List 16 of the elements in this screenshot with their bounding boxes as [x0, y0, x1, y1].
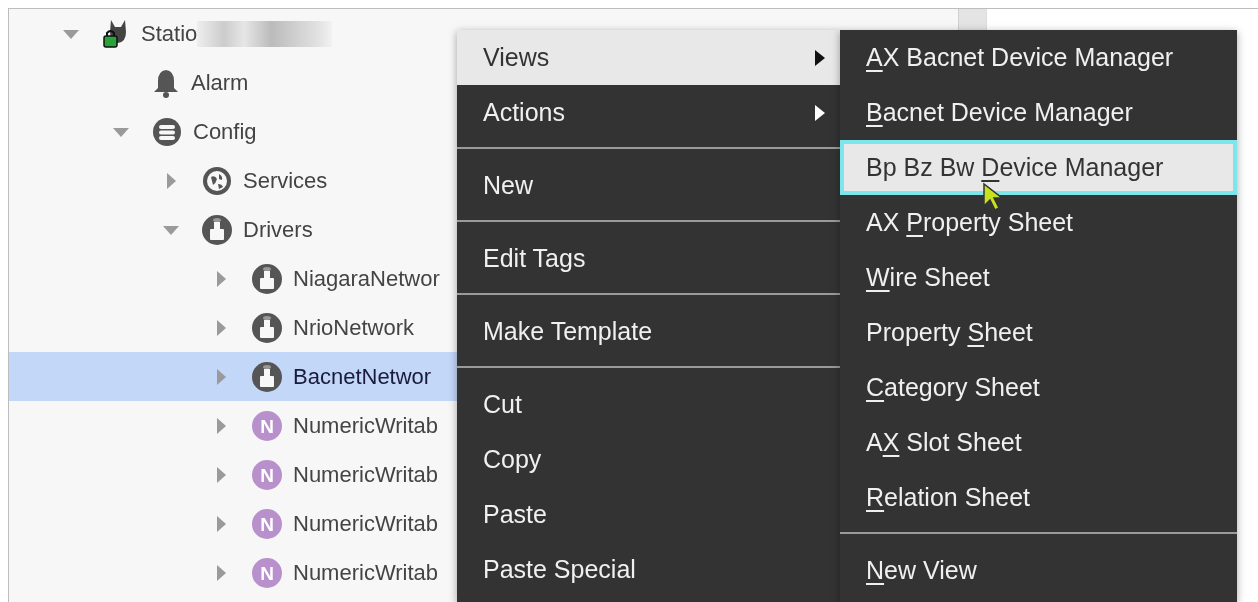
numeric-point-icon: N: [251, 458, 283, 491]
node-label: NumericWritab: [293, 461, 439, 488]
node-label: NumericWritab: [293, 510, 439, 537]
node-label: NumericWritab: [293, 559, 439, 586]
numeric-point-icon: N: [251, 409, 283, 442]
node-label: NrioNetwork: [293, 314, 415, 341]
node-label: Config: [193, 118, 257, 145]
node-label: Alarm: [191, 69, 249, 96]
numeric-point-icon: N: [251, 507, 283, 540]
node-label: NumericWritab: [293, 412, 439, 439]
node-label: Drivers: [243, 216, 313, 243]
node-label: NiagaraNetwor: [293, 265, 440, 292]
node-label: BacnetNetwor: [293, 363, 432, 390]
node-label: Services: [243, 167, 328, 194]
node-label: Statio: [141, 20, 198, 47]
numeric-point-icon: N: [251, 556, 283, 589]
